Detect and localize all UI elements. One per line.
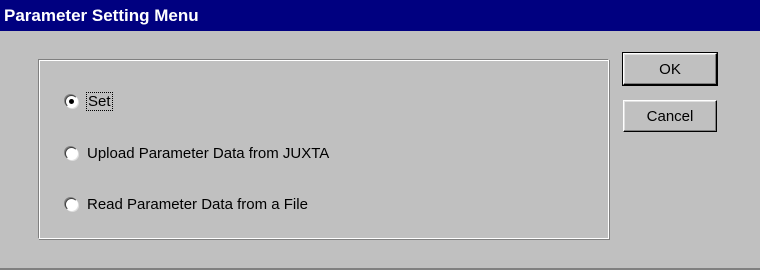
option-read-from-file[interactable]: Read Parameter Data from a File <box>65 193 308 215</box>
ok-button[interactable]: OK <box>622 52 718 86</box>
option-read-file-label: Read Parameter Data from a File <box>87 195 308 213</box>
parameter-setting-dialog: Parameter Setting Menu Set Upload Parame… <box>0 0 760 270</box>
option-upload-label: Upload Parameter Data from JUXTA <box>87 144 330 162</box>
window-title: Parameter Setting Menu <box>0 0 760 31</box>
radio-dot-icon <box>69 98 74 104</box>
radio-button[interactable] <box>65 146 78 160</box>
option-set[interactable]: Set <box>65 90 113 112</box>
option-upload-from-juxta[interactable]: Upload Parameter Data from JUXTA <box>65 142 329 164</box>
cancel-button[interactable]: Cancel <box>623 100 717 132</box>
radio-button[interactable] <box>65 197 78 211</box>
radio-button-selected[interactable] <box>65 94 78 108</box>
option-set-label: Set <box>86 91 113 111</box>
